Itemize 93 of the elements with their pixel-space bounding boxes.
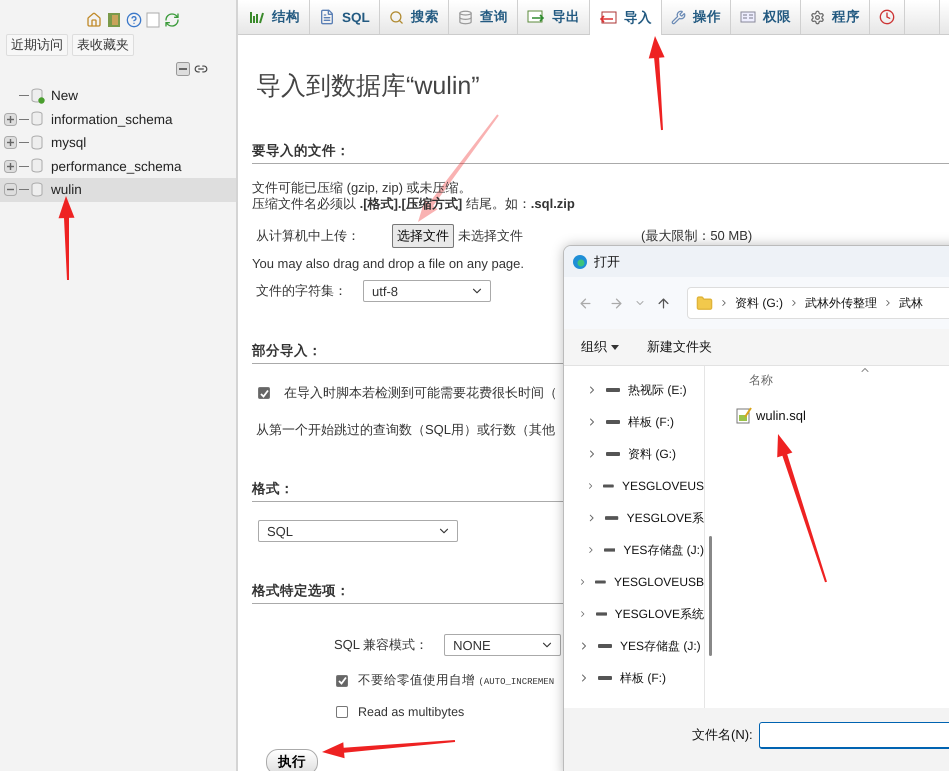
up-icon[interactable] xyxy=(656,296,671,310)
database-icon xyxy=(31,182,45,198)
drive-icon xyxy=(605,516,619,520)
nav-item[interactable]: YESGLOVE系 xyxy=(564,502,704,534)
tab[interactable]: 查询 xyxy=(448,0,518,34)
expand-icon[interactable] xyxy=(4,160,17,173)
tree-item[interactable]: New xyxy=(0,84,236,108)
compat-select[interactable]: NONE xyxy=(444,634,562,656)
choose-file-button[interactable]: 选择文件 xyxy=(392,224,454,248)
tree-item[interactable]: mysql xyxy=(0,131,236,154)
database-icon xyxy=(31,111,45,128)
folder-icon xyxy=(696,294,713,312)
checkbox-label: Read as multibytes xyxy=(358,705,464,719)
tab[interactable]: 导入 xyxy=(590,0,662,35)
note-text: 文件可能已压缩 (gzip, zip) 或未压缩。 xyxy=(252,180,472,196)
drag-note: You may also drag and drop a file on any page. xyxy=(252,256,524,272)
dialog-title: 打开 xyxy=(594,252,620,270)
address-bar[interactable]: 资料 (G:) 武林外传整理 武林 xyxy=(687,287,949,319)
clock-icon xyxy=(878,9,895,25)
search-icon xyxy=(388,10,404,24)
filename-field[interactable] xyxy=(758,722,949,748)
section-heading: 要导入的文件： xyxy=(252,142,949,164)
nav-item[interactable]: 资料 (G:) xyxy=(564,438,704,470)
home-icon[interactable] xyxy=(86,12,102,28)
database-icon xyxy=(31,158,45,174)
expand-icon[interactable] xyxy=(4,112,17,126)
drive-icon xyxy=(606,452,620,456)
tab[interactable]: 操作 xyxy=(662,0,731,34)
help-icon[interactable] xyxy=(126,12,142,28)
drive-icon xyxy=(598,644,612,648)
gears-icon xyxy=(810,10,825,24)
drive-icon xyxy=(604,548,616,552)
sidebar-button[interactable]: 表收藏夹 xyxy=(72,34,134,56)
file-status: 未选择文件 xyxy=(458,227,523,245)
format-select[interactable]: SQL xyxy=(258,520,458,542)
expand-icon[interactable] xyxy=(4,136,17,150)
drive-icon xyxy=(596,612,607,616)
tree-item[interactable]: information_schema xyxy=(0,108,236,131)
bar-chart-icon xyxy=(249,9,265,25)
reload-icon[interactable] xyxy=(164,12,180,28)
import-icon xyxy=(598,10,617,24)
checkbox-label: 在导入时脚本若检测到可能需要花费很长时间（ xyxy=(284,384,557,402)
nav-item[interactable]: 热视际 (E:) xyxy=(564,374,704,406)
breadcrumb-item[interactable]: 武林 xyxy=(899,294,923,312)
checkbox-label: 不要给零值使用自增 (AUTO_INCREMEN xyxy=(358,672,554,689)
browser-logo-icon xyxy=(572,254,588,270)
nav-item[interactable]: 样板 (F:) xyxy=(564,662,704,694)
filename-label: 文件名(N): xyxy=(692,726,753,744)
tab[interactable]: 程序 xyxy=(800,0,870,34)
tab[interactable]: 权限 xyxy=(730,0,801,34)
tree-item[interactable]: performance_schema xyxy=(0,154,236,178)
max-size-text: (最大限制：50 MB) xyxy=(641,227,752,245)
collapse-icon[interactable] xyxy=(4,183,17,196)
file-item[interactable]: wulin.sql xyxy=(736,407,949,424)
execute-button[interactable]: 执行 xyxy=(266,749,318,771)
drive-icon xyxy=(606,420,620,424)
drive-icon xyxy=(598,676,612,680)
skip-label: 从第一个开始跳过的查询数（SQL用）或行数（其他 xyxy=(256,422,556,438)
sidebar-button[interactable]: 近期访问 xyxy=(6,34,68,56)
nav-item[interactable]: YES存储盘 (J:) xyxy=(564,534,704,566)
note-text: 压缩文件名必须以 .[格式].[压缩方式] 结尾。如：.sql.zip xyxy=(252,196,575,212)
database-icon xyxy=(31,134,45,151)
nav-item[interactable]: YES存储盘 (J:) xyxy=(564,630,704,662)
drive-icon xyxy=(606,388,620,392)
tree-item[interactable]: wulin xyxy=(0,178,236,202)
new-database-icon xyxy=(31,88,45,104)
column-header[interactable]: 名称 xyxy=(736,366,949,407)
caret-icon xyxy=(611,344,619,350)
drive-icon xyxy=(595,580,606,584)
charset-label: 文件的字符集： xyxy=(256,282,347,300)
charset-select[interactable]: utf-8 xyxy=(363,280,491,302)
breadcrumb-item[interactable]: 资料 (G:) xyxy=(735,294,783,312)
export-icon xyxy=(526,10,545,24)
compat-label: SQL 兼容模式： xyxy=(334,636,428,654)
card-icon xyxy=(740,11,756,23)
tab[interactable]: 导出 xyxy=(518,0,590,34)
collapse-icon[interactable] xyxy=(176,62,190,76)
drive-icon xyxy=(603,484,614,488)
document-icon xyxy=(319,9,335,25)
tab[interactable]: 结构 xyxy=(240,0,310,34)
checkbox[interactable] xyxy=(336,674,348,686)
scrollbar[interactable] xyxy=(709,536,712,656)
tab[interactable]: 搜索 xyxy=(380,0,449,34)
page-title: 导入到数据库“wulin” xyxy=(256,71,481,102)
text-file-icon xyxy=(736,407,752,424)
checkbox[interactable] xyxy=(336,706,348,718)
nav-item[interactable]: 样板 (F:) xyxy=(564,406,704,438)
upload-label: 从计算机中上传： xyxy=(256,227,360,245)
database-icon xyxy=(458,10,473,24)
checkbox[interactable] xyxy=(258,387,270,399)
tab[interactable]: SQL xyxy=(310,0,380,34)
breadcrumb-item[interactable]: 武林外传整理 xyxy=(805,294,877,312)
wrench-icon xyxy=(670,10,686,24)
